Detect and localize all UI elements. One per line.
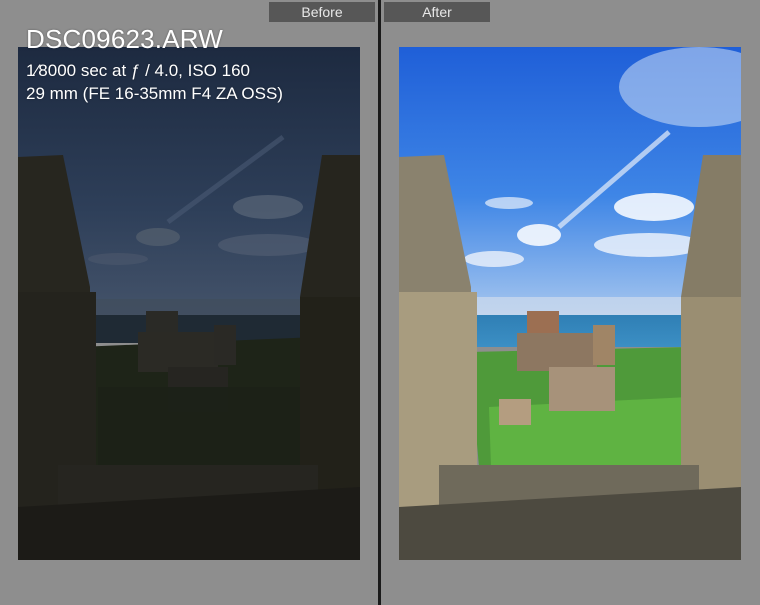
after-photo[interactable] (399, 47, 741, 560)
file-name: DSC09623.ARW (26, 24, 224, 54)
before-pane: Before DSC09623.ARW 1⁄8000 sec at ƒ / 4.… (0, 0, 378, 605)
lens-info: 29 mm (FE 16-35mm F4 ZA OSS) (26, 84, 283, 103)
after-photo-image (399, 47, 741, 560)
after-tab[interactable]: After (384, 2, 490, 22)
before-photo-image (18, 47, 360, 560)
after-pane: After (381, 0, 760, 605)
before-tab[interactable]: Before (269, 2, 375, 22)
exposure-info: 1⁄8000 sec at ƒ / 4.0, ISO 160 (26, 61, 250, 80)
before-photo[interactable] (18, 47, 360, 560)
